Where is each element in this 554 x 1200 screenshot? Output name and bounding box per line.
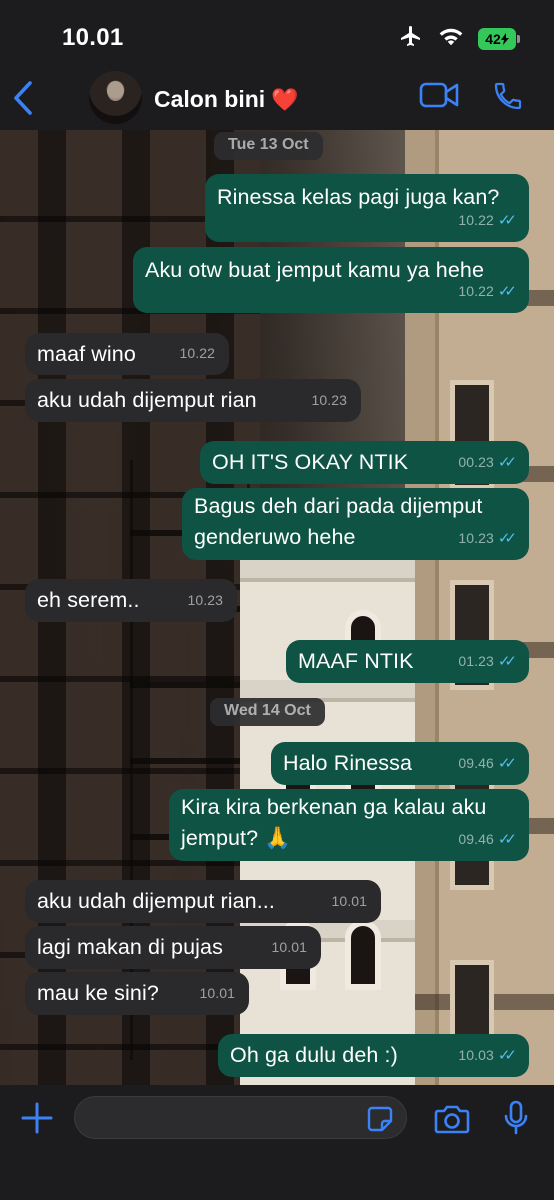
status-icons: 42	[398, 24, 520, 53]
battery-level: 42	[485, 30, 501, 47]
read-ticks-icon: ✓✓	[497, 283, 517, 300]
status-time: 10.01	[62, 24, 124, 51]
read-ticks-icon: ✓✓	[497, 831, 517, 848]
message-text: aku udah dijemput rian...	[37, 889, 275, 913]
voice-call-button[interactable]	[492, 80, 524, 117]
date-separator: Tue 13 Oct	[214, 132, 323, 160]
message-meta: 10.22 ✓✓	[458, 276, 517, 307]
message-outgoing[interactable]: Kira kira berkenan ga kalau aku jemput? …	[169, 789, 529, 861]
message-text: OH IT'S OKAY NTIK	[212, 450, 409, 474]
contact-avatar[interactable]	[89, 71, 142, 124]
message-outgoing[interactable]: Aku otw buat jemput kamu ya hehe 10.22 ✓✓	[133, 247, 529, 313]
message-text: mau ke sini?	[37, 981, 159, 1005]
chat-header: Calon bini ❤️	[0, 66, 554, 130]
message-incoming[interactable]: lagi makan di pujas 10.01	[25, 926, 321, 969]
sticker-button[interactable]	[367, 1106, 393, 1137]
message-meta: 10.03 ✓✓	[458, 1040, 517, 1071]
read-ticks-icon: ✓✓	[497, 1047, 517, 1064]
message-incoming[interactable]: aku udah dijemput rian 10.23	[25, 379, 361, 422]
wallpaper-window	[345, 920, 381, 990]
message-time: 09.46	[458, 831, 494, 847]
message-time: 09.46	[458, 755, 494, 771]
message-text: Aku otw buat jemput kamu ya hehe	[145, 258, 485, 282]
camera-button[interactable]	[434, 1104, 470, 1139]
read-ticks-icon: ✓✓	[497, 530, 517, 547]
message-incoming[interactable]: eh serem.. 10.23	[25, 579, 237, 622]
phone-icon	[494, 82, 522, 110]
message-meta: 10.01	[271, 932, 307, 963]
plus-icon	[21, 1102, 53, 1134]
wifi-icon	[438, 25, 464, 52]
battery-indicator: 42	[478, 27, 520, 50]
message-time: 10.01	[271, 939, 307, 955]
message-meta: 10.22 ✓✓	[458, 205, 517, 236]
message-text: eh serem..	[37, 588, 140, 612]
message-time: 01.23	[458, 653, 494, 669]
back-button[interactable]	[12, 80, 34, 121]
message-meta: 10.23	[311, 385, 347, 416]
message-time: 10.01	[199, 985, 235, 1001]
sticker-icon	[367, 1106, 393, 1132]
message-meta: 10.01	[199, 978, 235, 1009]
message-time: 10.01	[331, 893, 367, 909]
heart-emoji: ❤️	[271, 87, 299, 112]
message-time: 10.22	[458, 212, 494, 228]
video-call-button[interactable]	[419, 82, 459, 113]
contact-name-text: Calon bini	[154, 86, 266, 112]
airplane-icon	[398, 24, 424, 53]
read-ticks-icon: ✓✓	[497, 454, 517, 471]
camera-icon	[434, 1105, 470, 1134]
status-bar: 10.01 42	[0, 0, 554, 66]
message-outgoing[interactable]: Bagus deh dari pada dijemput genderuwo h…	[182, 488, 529, 560]
message-meta: 10.01	[331, 886, 367, 917]
message-outgoing[interactable]: OH IT'S OKAY NTIK 00.23 ✓✓	[200, 441, 529, 484]
message-text: Halo Rinessa	[283, 751, 413, 775]
microphone-icon	[504, 1100, 528, 1135]
read-ticks-icon: ✓✓	[497, 755, 517, 772]
read-ticks-icon: ✓✓	[497, 653, 517, 670]
message-time: 10.23	[458, 530, 494, 546]
read-ticks-icon: ✓✓	[497, 212, 517, 229]
composer-bar	[0, 1085, 554, 1200]
message-time: 10.03	[458, 1047, 494, 1063]
charging-bolt-icon	[500, 32, 509, 45]
microphone-button[interactable]	[503, 1100, 529, 1141]
message-text: Rinessa kelas pagi juga kan?	[217, 185, 500, 209]
message-meta: 01.23 ✓✓	[458, 646, 517, 677]
attach-button[interactable]	[20, 1101, 54, 1140]
message-time: 00.23	[458, 454, 494, 470]
message-outgoing[interactable]: Rinessa kelas pagi juga kan? 10.22 ✓✓	[205, 174, 529, 242]
message-incoming[interactable]: mau ke sini? 10.01	[25, 972, 249, 1015]
message-text: MAAF NTIK	[298, 649, 414, 673]
message-time: 10.22	[458, 283, 494, 299]
contact-name[interactable]: Calon bini ❤️	[154, 86, 299, 113]
message-meta: 10.23 ✓✓	[458, 523, 517, 554]
message-time: 10.22	[179, 345, 215, 361]
message-text: Oh ga dulu deh :)	[230, 1043, 398, 1067]
message-text: aku udah dijemput rian	[37, 388, 257, 412]
message-outgoing[interactable]: MAAF NTIK 01.23 ✓✓	[286, 640, 529, 683]
message-time: 10.23	[311, 392, 347, 408]
message-text-line: Kira kira berkenan ga kalau aku	[181, 795, 487, 819]
message-incoming[interactable]: aku udah dijemput rian... 10.01	[25, 880, 381, 923]
date-separator: Wed 14 Oct	[210, 698, 325, 726]
message-time: 10.23	[187, 592, 223, 608]
message-input[interactable]	[74, 1096, 407, 1139]
message-text: lagi makan di pujas	[37, 935, 223, 959]
message-outgoing[interactable]: Oh ga dulu deh :) 10.03 ✓✓	[218, 1034, 529, 1077]
message-meta: 09.46 ✓✓	[458, 824, 517, 855]
video-call-icon	[419, 82, 459, 108]
message-incoming[interactable]: maaf wino 10.22	[25, 333, 229, 375]
message-text: maaf wino	[37, 342, 136, 366]
message-meta: 00.23 ✓✓	[458, 447, 517, 478]
message-meta: 10.22	[179, 338, 215, 369]
message-meta: 09.46 ✓✓	[458, 748, 517, 779]
message-outgoing[interactable]: Halo Rinessa 09.46 ✓✓	[271, 742, 529, 785]
message-meta: 10.23	[187, 585, 223, 616]
message-text-line: Bagus deh dari pada dijemput	[194, 494, 483, 518]
back-chevron-icon	[14, 81, 32, 115]
